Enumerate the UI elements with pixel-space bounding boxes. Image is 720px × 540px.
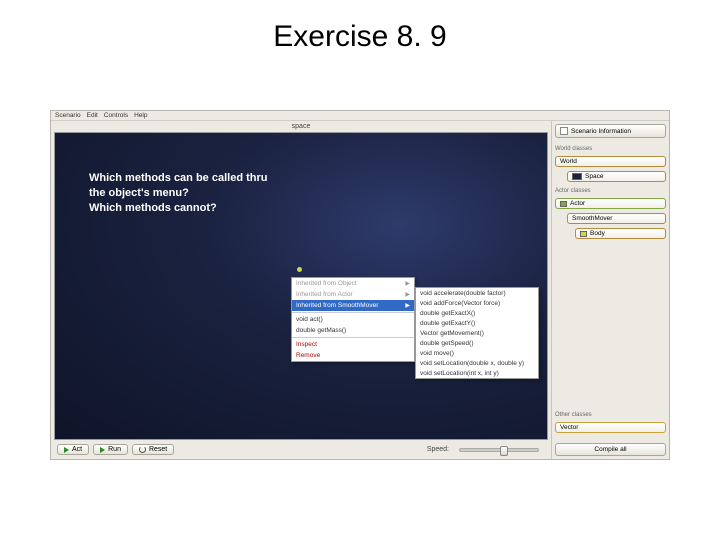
ctx-label: Remove	[296, 352, 320, 359]
run-label: Run	[108, 446, 121, 453]
chevron-right-icon: ▶	[405, 291, 410, 298]
control-bar: Act Run Reset Speed:	[51, 440, 551, 459]
question-line2: the object's menu?	[89, 186, 267, 201]
act-button[interactable]: Act	[57, 444, 89, 455]
scenario-info-label: Scenario Information	[571, 128, 631, 135]
class-vector[interactable]: Vector	[555, 422, 666, 433]
left-panel: space Which methods can be called thru t…	[51, 121, 551, 459]
class-label: World	[560, 158, 577, 165]
world-classes-label: World classes	[555, 146, 666, 152]
world-title: space	[51, 121, 551, 132]
sm-getexactx[interactable]: double getExactX()	[416, 308, 538, 318]
question-line3: Which methods cannot?	[89, 201, 267, 216]
slider-thumb[interactable]	[500, 446, 508, 456]
question-text: Which methods can be called thru the obj…	[89, 171, 267, 216]
actor-body[interactable]	[297, 267, 302, 272]
play-icon	[64, 447, 69, 453]
world-canvas[interactable]: Which methods can be called thru the obj…	[54, 132, 548, 440]
ctx-inherited-smoothmover[interactable]: Inherited from SmoothMover ▶	[292, 300, 414, 311]
act-label: Act	[72, 446, 82, 453]
sm-setlocation-i[interactable]: void setLocation(int x, int y)	[416, 368, 538, 378]
sm-addforce[interactable]: void addForce(Vector force)	[416, 298, 538, 308]
document-icon	[560, 127, 568, 135]
other-classes-label: Other classes	[555, 412, 666, 418]
class-label: Space	[585, 173, 603, 180]
menu-controls[interactable]: Controls	[104, 112, 128, 119]
submenu-smoothmover: void accelerate(double factor) void addF…	[415, 287, 539, 379]
question-line1: Which methods can be called thru	[89, 171, 267, 186]
sm-accelerate[interactable]: void accelerate(double factor)	[416, 288, 538, 298]
speed-label: Speed:	[427, 446, 449, 453]
menu-separator	[292, 337, 414, 338]
play-icon	[100, 447, 105, 453]
class-actor[interactable]: Actor	[555, 198, 666, 209]
ctx-label: void act()	[296, 316, 323, 323]
class-space[interactable]: Space	[567, 171, 666, 182]
context-menu: Inherited from Object ▶ Inherited from A…	[291, 277, 415, 362]
class-label: Body	[590, 230, 605, 237]
class-label: Actor	[570, 200, 585, 207]
ctx-label: double getMass()	[296, 327, 346, 334]
greenfoot-window: Scenario Edit Controls Help space Which …	[50, 110, 670, 460]
ctx-label: Inherited from SmoothMover	[296, 302, 378, 309]
ctx-inherited-object[interactable]: Inherited from Object ▶	[292, 278, 414, 289]
menu-help[interactable]: Help	[134, 112, 147, 119]
reset-label: Reset	[149, 446, 167, 453]
compile-button[interactable]: Compile all	[555, 443, 666, 456]
sm-setlocation-d[interactable]: void setLocation(double x, double y)	[416, 358, 538, 368]
ctx-label: Inherited from Object	[296, 280, 357, 287]
ctx-inherited-actor[interactable]: Inherited from Actor ▶	[292, 289, 414, 300]
ctx-inspect[interactable]: Inspect	[292, 339, 414, 350]
class-label: SmoothMover	[572, 215, 612, 222]
ctx-getmass[interactable]: double getMass()	[292, 325, 414, 336]
scenario-info-button[interactable]: Scenario Information	[555, 124, 666, 138]
menu-scenario[interactable]: Scenario	[55, 112, 81, 119]
class-world[interactable]: World	[555, 156, 666, 167]
speed-slider[interactable]	[459, 448, 539, 452]
app-body: space Which methods can be called thru t…	[51, 121, 669, 459]
class-panel: Scenario Information World classes World…	[551, 121, 669, 459]
class-body[interactable]: Body	[575, 228, 666, 239]
run-button[interactable]: Run	[93, 444, 128, 455]
ctx-act[interactable]: void act()	[292, 314, 414, 325]
sm-getspeed[interactable]: double getSpeed()	[416, 338, 538, 348]
sm-getmovement[interactable]: Vector getMovement()	[416, 328, 538, 338]
chevron-right-icon: ▶	[405, 302, 410, 309]
sm-getexacty[interactable]: double getExactY()	[416, 318, 538, 328]
sm-move[interactable]: void move()	[416, 348, 538, 358]
chevron-right-icon: ▶	[405, 280, 410, 287]
space-icon	[572, 173, 582, 180]
slide-title: Exercise 8. 9	[0, 0, 720, 70]
body-icon	[580, 231, 587, 237]
reset-icon	[139, 446, 146, 453]
ctx-label: Inherited from Actor	[296, 291, 353, 298]
reset-button[interactable]: Reset	[132, 444, 174, 455]
ctx-label: Inspect	[296, 341, 317, 348]
actor-icon	[560, 201, 567, 207]
menubar: Scenario Edit Controls Help	[51, 111, 669, 121]
class-label: Vector	[560, 424, 578, 431]
class-smoothmover[interactable]: SmoothMover	[567, 213, 666, 224]
actor-classes-label: Actor classes	[555, 188, 666, 194]
menu-separator	[292, 312, 414, 313]
menu-edit[interactable]: Edit	[87, 112, 98, 119]
ctx-remove[interactable]: Remove	[292, 350, 414, 361]
